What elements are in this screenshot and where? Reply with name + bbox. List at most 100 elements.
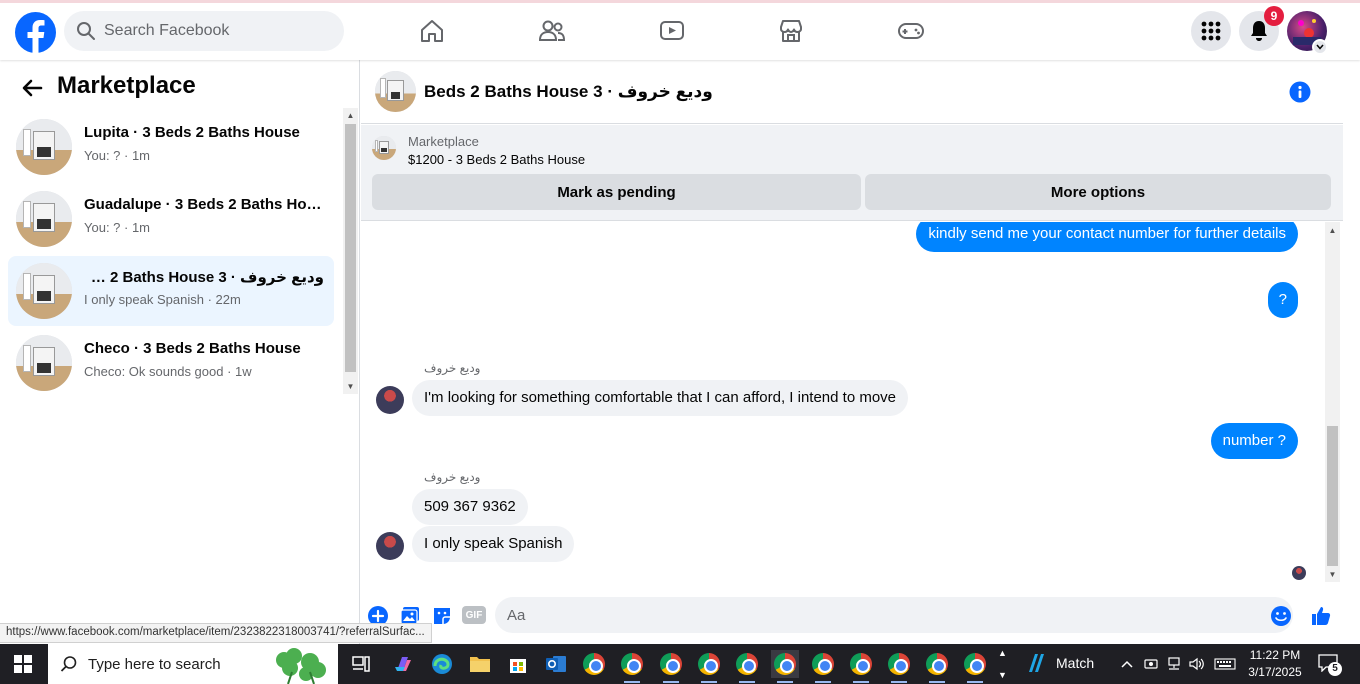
emoji-icon[interactable]	[1270, 605, 1292, 627]
conversation-item[interactable]: Guadalupe · 3 Beds 2 Baths House You: ? …	[8, 184, 334, 254]
back-arrow-icon[interactable]	[20, 76, 44, 100]
conversation-snippet: I only speak Spanish · 22m	[84, 292, 241, 307]
chrome-icon[interactable]	[580, 650, 608, 678]
sticker-icon[interactable]	[431, 605, 453, 627]
message-bubble-outgoing: number ?	[1210, 423, 1298, 459]
shamrock-icon[interactable]	[262, 646, 332, 684]
microsoft-store-icon[interactable]	[504, 650, 532, 678]
chrome-profile-icon[interactable]	[923, 650, 951, 683]
notification-center-icon[interactable]: 5	[1318, 654, 1342, 676]
listing-thumbnail	[16, 263, 72, 319]
taskbar-overflow-arrows[interactable]: ▲ ▼	[994, 644, 1012, 684]
message-bubble-outgoing: ?	[1267, 282, 1298, 318]
message-bubble-incoming: I'm looking for something comfortable th…	[412, 380, 909, 416]
read-receipt-avatar	[1292, 566, 1306, 580]
facebook-logo-icon[interactable]	[15, 12, 56, 53]
chrome-profile-icon[interactable]	[618, 650, 646, 683]
chrome-profile-icon[interactable]	[847, 650, 875, 683]
message-input[interactable]	[495, 597, 1293, 633]
chrome-profile-icon[interactable]	[809, 650, 837, 683]
notifications-badge: 9	[1264, 6, 1284, 26]
chevron-up-icon[interactable]: ▲	[998, 648, 1007, 658]
sender-avatar[interactable]	[376, 386, 404, 414]
listing-info-bar: Marketplace $1200 - 3 Beds 2 Baths House…	[361, 125, 1343, 221]
status-bar-url: https://www.facebook.com/marketplace/ite…	[0, 623, 432, 643]
network-icon[interactable]	[1164, 654, 1184, 674]
listing-thumbnail[interactable]	[372, 136, 396, 160]
scrollbar-thumb[interactable]	[1327, 426, 1338, 566]
outlook-icon[interactable]	[542, 650, 570, 678]
chrome-profile-icon[interactable]	[885, 650, 913, 683]
taskbar-widget[interactable]: Match	[1026, 652, 1094, 674]
scroll-up-arrow-icon[interactable]: ▲	[346, 111, 355, 120]
chrome-profile-icon[interactable]	[695, 650, 723, 683]
chat-scrollbar[interactable]: ▲ ▼	[1325, 222, 1340, 582]
message-composer: GIF	[361, 596, 1343, 644]
chevron-up-icon[interactable]	[1117, 654, 1137, 674]
conversation-name: Checo · 3 Beds 2 Baths House	[84, 340, 301, 357]
gaming-icon[interactable]	[893, 13, 929, 49]
menu-grid-icon[interactable]	[1191, 11, 1231, 51]
speaker-icon[interactable]	[1187, 654, 1207, 674]
conversation-item[interactable]: Checo · 3 Beds 2 Baths House Checo: Ok s…	[8, 328, 334, 398]
message-thread: kindly send me your contact number for f…	[361, 222, 1326, 582]
chrome-profile-icon-active[interactable]	[771, 650, 799, 683]
listing-category: Marketplace	[408, 134, 479, 149]
gif-icon[interactable]: GIF	[462, 606, 486, 624]
task-view-icon[interactable]	[347, 650, 375, 678]
scroll-down-arrow-icon[interactable]: ▼	[1328, 570, 1337, 579]
chat-panel: وديع خروف · 3 Beds 2 Baths House Marketp…	[361, 60, 1343, 644]
keyboard-icon[interactable]	[1213, 654, 1237, 674]
chrome-profile-icon[interactable]	[961, 650, 989, 683]
windows-start-icon[interactable]	[14, 655, 32, 673]
info-icon[interactable]	[1289, 81, 1311, 103]
system-clock[interactable]: 11:22 PM 3/17/2025	[1240, 647, 1310, 681]
conversation-name: Guadalupe · 3 Beds 2 Baths House	[84, 196, 324, 213]
scroll-down-arrow-icon[interactable]: ▼	[346, 382, 355, 391]
home-icon[interactable]	[414, 13, 450, 49]
page-right-gutter	[1343, 60, 1360, 644]
sidebar-scrollbar[interactable]: ▲ ▼	[343, 108, 358, 394]
listing-thumbnail[interactable]	[375, 71, 416, 112]
conversation-item[interactable]: Lupita · 3 Beds 2 Baths House You: ? · 1…	[8, 112, 334, 182]
sender-name: وديع خروف	[424, 470, 481, 484]
search-bar[interactable]	[64, 11, 344, 51]
file-explorer-icon[interactable]	[466, 650, 494, 678]
cricket-icon	[1029, 654, 1044, 672]
windows-taskbar: Type here to search ▲ ▼ Match 11:22 PM 3…	[0, 644, 1360, 684]
search-icon	[77, 22, 95, 40]
thumbs-up-icon[interactable]	[1310, 605, 1332, 627]
page-title: Marketplace	[57, 72, 196, 99]
friends-icon[interactable]	[534, 13, 570, 49]
scroll-up-arrow-icon[interactable]: ▲	[1328, 226, 1337, 235]
sidebar-header: Marketplace	[0, 70, 360, 110]
conversation-item-active[interactable]: وديع خروف · 3 Beds 2 Baths House I only …	[8, 256, 334, 326]
top-navigation-bar: 9	[0, 0, 1360, 60]
sender-avatar[interactable]	[376, 532, 404, 560]
conversation-list: Lupita · 3 Beds 2 Baths House You: ? · 1…	[0, 110, 340, 391]
more-options-button[interactable]: More options	[865, 174, 1331, 210]
widget-label: Match	[1056, 655, 1095, 671]
copilot-icon[interactable]	[390, 650, 418, 678]
listing-price-title[interactable]: $1200 - 3 Beds 2 Baths House	[408, 152, 585, 167]
marketplace-sidebar: Marketplace Lupita · 3 Beds 2 Baths Hous…	[0, 60, 360, 644]
edge-browser-icon[interactable]	[428, 650, 456, 678]
message-bubble-outgoing: kindly send me your contact number for f…	[916, 222, 1298, 252]
clock-time: 11:22 PM	[1249, 648, 1301, 662]
mark-as-pending-button[interactable]: Mark as pending	[372, 174, 861, 210]
chrome-profile-icon[interactable]	[733, 650, 761, 683]
taskbar-search-placeholder: Type here to search	[88, 655, 221, 673]
chat-title[interactable]: وديع خروف · 3 Beds 2 Baths House	[424, 82, 713, 102]
sender-name: وديع خروف	[424, 361, 481, 375]
chevron-down-icon[interactable]: ▼	[998, 670, 1007, 680]
webcam-icon[interactable]	[1141, 654, 1161, 674]
search-input[interactable]	[104, 22, 324, 40]
message-bubble-incoming: 509 367 9362	[412, 489, 528, 525]
conversation-snippet: You: ? · 1m	[84, 148, 151, 163]
watch-icon[interactable]	[654, 13, 690, 49]
listing-thumbnail	[16, 191, 72, 247]
chrome-profile-icon[interactable]	[657, 650, 685, 683]
marketplace-icon[interactable]	[773, 13, 809, 49]
scrollbar-thumb[interactable]	[345, 124, 356, 372]
chevron-down-icon[interactable]	[1312, 39, 1328, 55]
